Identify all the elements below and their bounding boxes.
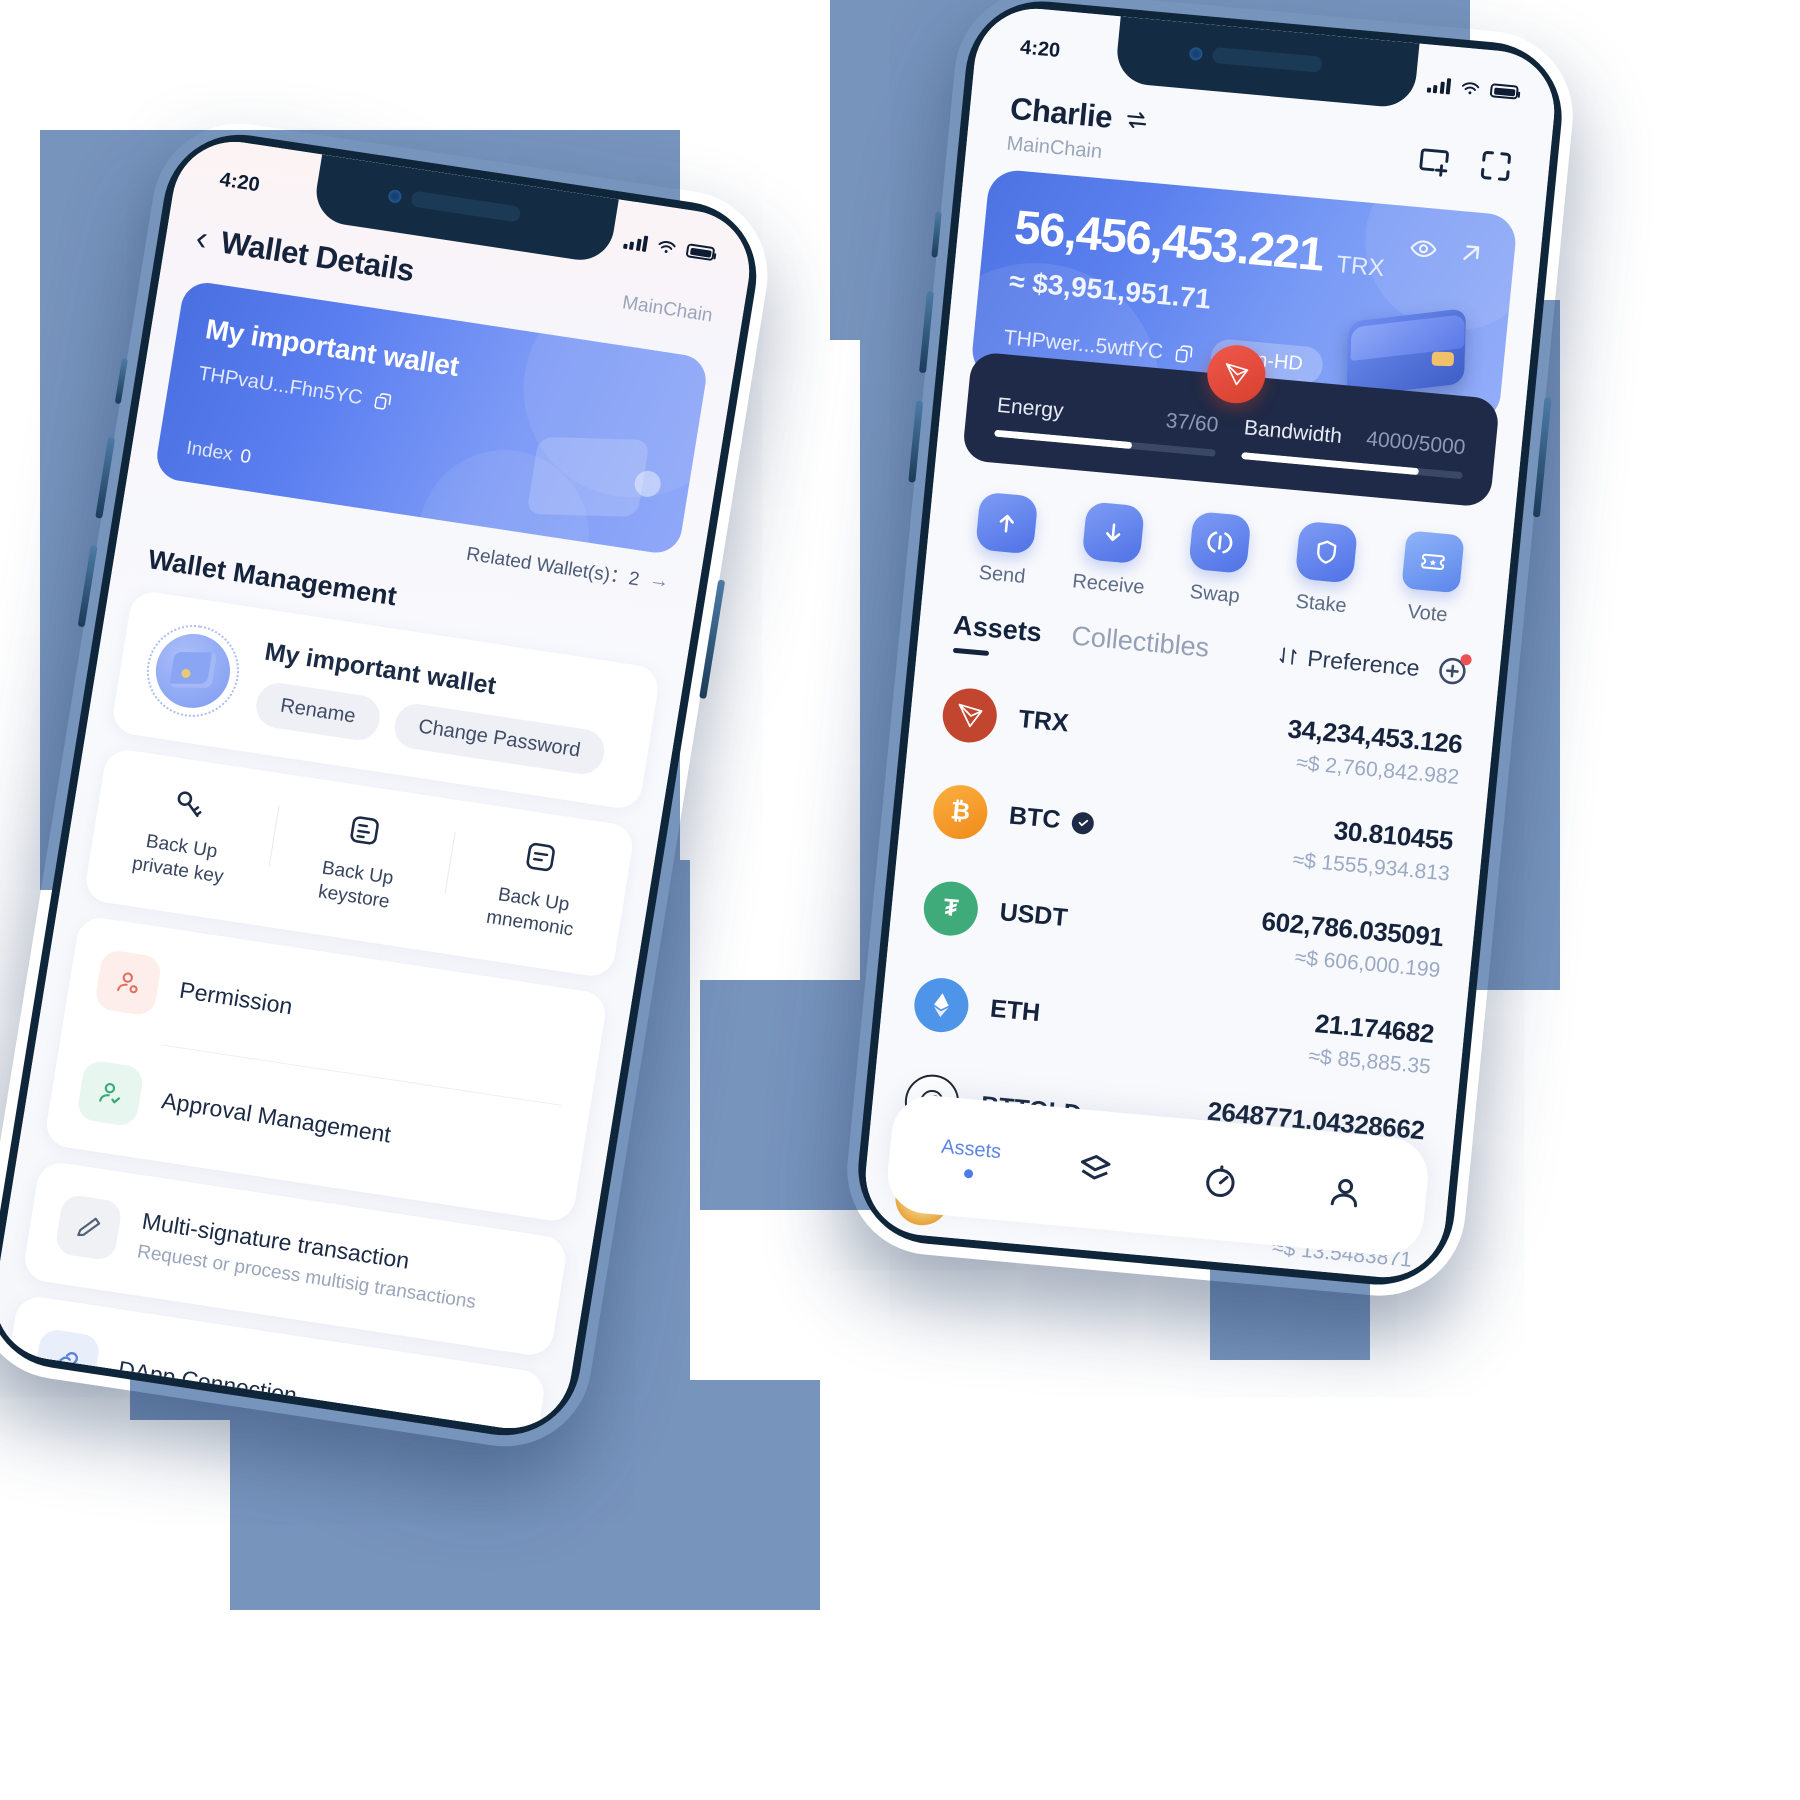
- permission-user-icon: [93, 948, 163, 1017]
- approval-user-icon: [75, 1058, 145, 1127]
- nav-label: Assets: [940, 1135, 1003, 1164]
- menu-label: Approval Management: [159, 1087, 393, 1148]
- arrow-up-right-icon[interactable]: [1455, 237, 1488, 270]
- asset-symbol: USDT: [998, 898, 1069, 933]
- nav-item-layers[interactable]: [1031, 1144, 1160, 1195]
- battery-icon: [685, 243, 716, 262]
- asset-fiat: ≈$ 85,885.35: [1307, 1044, 1432, 1079]
- arrow-down-icon: [1081, 501, 1146, 565]
- mnemonic-icon: [526, 842, 555, 872]
- arrow-right-icon: →: [647, 568, 672, 594]
- chain-label: MainChain: [620, 292, 715, 327]
- asset-symbol: TRX: [1017, 705, 1070, 738]
- copy-icon[interactable]: [370, 390, 394, 414]
- earpiece-speaker: [1211, 46, 1323, 73]
- screenshot-stage: 4:20 ‹ Wallet Details MainChain My impor…: [0, 0, 1800, 1800]
- asset-symbol: BTC: [1007, 801, 1062, 835]
- action-label: Vote: [1406, 600, 1449, 627]
- backup-mnemonic-button[interactable]: Back Up mnemonic: [440, 826, 632, 949]
- asset-amount: 21.174682: [1313, 1008, 1436, 1049]
- wifi-icon: [1461, 82, 1480, 95]
- keystore-icon: [350, 816, 379, 845]
- chevron-left-icon[interactable]: ‹: [193, 218, 210, 257]
- resource-value: 4000/5000: [1365, 427, 1467, 460]
- key-icon: [177, 791, 202, 817]
- account-name: Charlie: [1008, 90, 1114, 135]
- resource-name: Bandwidth: [1243, 416, 1343, 449]
- status-time: 4:20: [1019, 35, 1062, 62]
- account-switcher[interactable]: Charlie: [1008, 91, 1151, 140]
- resource-name: Energy: [996, 393, 1065, 423]
- bitcoin-icon: ₿: [930, 782, 990, 841]
- action-stake[interactable]: Stake: [1267, 518, 1382, 620]
- backup-private-key-button[interactable]: Back Up private key: [88, 773, 280, 896]
- cellular-bars-icon: [622, 233, 649, 252]
- action-swap[interactable]: Swap: [1160, 509, 1275, 611]
- tab-assets[interactable]: Assets: [951, 610, 1043, 663]
- front-camera: [1188, 46, 1204, 61]
- nav-item-explore[interactable]: [1156, 1156, 1285, 1207]
- action-label: Swap: [1188, 581, 1241, 608]
- screen-wallet-home: 4:20 Charlie MainChain 56,456,453.221 TR…: [860, 3, 1560, 1283]
- profile-icon: [1330, 1179, 1358, 1208]
- eye-icon[interactable]: [1407, 232, 1440, 265]
- pen-icon: [54, 1192, 124, 1262]
- action-vote[interactable]: Vote: [1373, 528, 1488, 630]
- front-camera: [387, 188, 403, 204]
- notification-dot: [1460, 653, 1473, 666]
- nav-item-assets[interactable]: Assets: [906, 1133, 1035, 1184]
- wifi-icon: [658, 241, 676, 253]
- action-label: Stake: [1294, 590, 1348, 618]
- backup-keystore-button[interactable]: Back Up keystore: [264, 799, 456, 922]
- status-time: 4:20: [218, 168, 262, 196]
- active-indicator-dot: [963, 1168, 974, 1179]
- preference-label: Preference: [1306, 644, 1421, 681]
- page-title: Wallet Details: [218, 224, 417, 289]
- preference-button[interactable]: Preference: [1276, 642, 1421, 682]
- wallet-index: Index 0: [184, 437, 253, 469]
- nav-item-profile[interactable]: [1281, 1167, 1410, 1218]
- cellular-bars-icon: [1426, 76, 1452, 95]
- copy-icon[interactable]: [1172, 342, 1196, 366]
- action-send[interactable]: Send: [948, 489, 1063, 591]
- sort-arrows-icon: [1280, 647, 1298, 665]
- swap-icon: [1188, 510, 1252, 574]
- wallet-address: THPvaU...Fhn5YC: [196, 362, 365, 410]
- backup-private-key-label: Back Up private key: [130, 830, 225, 888]
- resource-value: 37/60: [1164, 409, 1220, 437]
- add-token-icon[interactable]: [1434, 653, 1473, 690]
- wallet-avatar-icon: [140, 618, 246, 724]
- scan-qr-icon[interactable]: [1475, 145, 1517, 186]
- verified-badge-icon: [1071, 810, 1096, 835]
- tron-logo-icon: [940, 685, 1000, 745]
- chain-label: MainChain: [1005, 132, 1104, 164]
- resource-energy: Energy 37/60: [994, 394, 1219, 457]
- explore-icon: [1205, 1165, 1235, 1197]
- menu-label: Permission: [177, 976, 295, 1020]
- earpiece-speaker: [410, 190, 522, 223]
- add-wallet-icon[interactable]: [1413, 140, 1455, 181]
- asset-symbol: ETH: [988, 994, 1042, 1028]
- action-receive[interactable]: Receive: [1054, 499, 1169, 601]
- backup-keystore-label: Back Up keystore: [316, 857, 395, 913]
- wallet-3d-illustration: [512, 407, 680, 548]
- layers-icon: [1081, 1154, 1111, 1180]
- tether-icon: ₮: [921, 878, 981, 938]
- ethereum-icon: [911, 975, 971, 1034]
- resource-bandwidth: Bandwidth 4000/5000: [1241, 416, 1467, 480]
- shield-icon: [1294, 520, 1358, 584]
- rename-button[interactable]: Rename: [253, 680, 383, 744]
- phone-mockup-wallet-home: 4:20 Charlie MainChain 56,456,453.221 TR…: [839, 0, 1580, 1303]
- ticket-icon: [1400, 530, 1465, 594]
- swap-accounts-icon[interactable]: [1123, 106, 1151, 134]
- backup-mnemonic-label: Back Up mnemonic: [484, 884, 575, 941]
- battery-icon: [1489, 83, 1519, 100]
- action-label: Send: [977, 561, 1027, 588]
- arrow-up-icon: [975, 491, 1039, 555]
